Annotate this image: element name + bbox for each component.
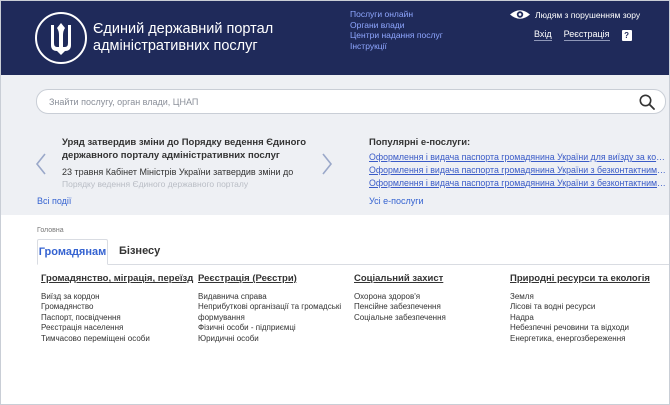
popular-services-title: Популярні е-послуги: (369, 137, 471, 148)
auth-links: Вхід Реєстрація ? (534, 29, 632, 41)
category-title[interactable]: Реєстрація (Реєстри) (198, 273, 348, 284)
news-band: Уряд затвердив зміни до Порядку ведення … (1, 125, 669, 215)
tab-business[interactable]: Бізнесу (119, 239, 160, 265)
news-headline[interactable]: Уряд затвердив зміни до Порядку ведення … (62, 137, 310, 162)
popular-services-list: Оформлення і видача паспорта громадянина… (369, 151, 667, 190)
category-column: Реєстрація (Реєстри) Видавнича справа Не… (198, 273, 348, 344)
news-lead: 23 травня Кабінет Міністрів України затв… (62, 167, 294, 177)
portal-title: Єдиний державний портал адміністративних… (93, 21, 274, 54)
category-title[interactable]: Природні ресурси та екологія (510, 273, 666, 284)
popular-service-link[interactable]: Оформлення і видача паспорта громадянина… (369, 177, 667, 190)
popular-service-link[interactable]: Оформлення і видача паспорта громадянина… (369, 164, 667, 177)
category-item[interactable]: Виїзд за кордон (41, 292, 191, 302)
category-items: Виїзд за кордон Громадянство Паспорт, по… (41, 292, 191, 344)
all-services-link[interactable]: Усі е-послуги (369, 196, 424, 206)
link-instructions[interactable]: Інструкції (350, 41, 443, 52)
search-input[interactable] (49, 94, 629, 110)
category-item[interactable]: Громадянство (41, 302, 191, 312)
category-item[interactable]: Охорона здоров'я (354, 292, 504, 302)
chevron-left-icon[interactable] (34, 152, 48, 176)
category-item[interactable]: Тимчасово переміщені особи (41, 334, 191, 344)
category-item[interactable]: Фізичні особи - підприємці (198, 323, 348, 333)
category-item[interactable]: Соціальне забезпечення (354, 313, 504, 323)
category-items: Земля Лісові та водні ресурси Надра Небе… (510, 292, 666, 344)
vision-impaired-toggle[interactable]: Людям з порушенням зору (509, 9, 640, 20)
audience-tabs: Громадянам Бізнесу (37, 239, 669, 265)
search-box (36, 89, 666, 114)
category-title[interactable]: Соціальний захист (354, 273, 504, 284)
category-item[interactable]: Земля (510, 292, 666, 302)
popular-service-link[interactable]: Оформлення і видача паспорта громадянина… (369, 151, 667, 164)
link-service-centers[interactable]: Центри надання послуг (350, 30, 443, 41)
category-item[interactable]: Лісові та водні ресурси (510, 302, 666, 312)
category-item[interactable]: Пенсійне забезпечення (354, 302, 504, 312)
help-icon[interactable]: ? (621, 29, 632, 41)
page: Єдиний державний портал адміністративних… (0, 0, 670, 405)
category-item[interactable]: Видавнича справа (198, 292, 348, 302)
login-link[interactable]: Вхід (534, 29, 552, 41)
breadcrumb[interactable]: Головна (37, 227, 64, 234)
trident-emblem-icon[interactable] (34, 11, 88, 65)
category-item[interactable]: Реєстрація населення (41, 323, 191, 333)
category-item[interactable]: Неприбуткові організації та громадські ф… (198, 302, 348, 323)
eye-icon (510, 10, 530, 19)
register-link[interactable]: Реєстрація (563, 29, 610, 41)
vision-label: Людям з порушенням зору (535, 9, 641, 20)
category-items: Охорона здоров'я Пенсійне забезпечення С… (354, 292, 504, 323)
category-column: Природні ресурси та екологія Земля Лісов… (510, 273, 666, 344)
search-band (1, 75, 669, 125)
all-events-link[interactable]: Всі події (37, 196, 71, 206)
category-item[interactable]: Небезпечні речовини та відходи (510, 323, 666, 333)
search-icon[interactable] (639, 94, 655, 110)
site-header: Єдиний державний портал адміністративних… (1, 1, 669, 75)
category-item[interactable]: Надра (510, 313, 666, 323)
tab-citizens[interactable]: Громадянам (37, 239, 108, 265)
category-column: Громадянство, міграція, переїзд Виїзд за… (41, 273, 193, 344)
category-items: Видавнича справа Неприбуткові організаці… (198, 292, 348, 344)
category-title[interactable]: Громадянство, міграція, переїзд (41, 273, 193, 284)
link-authorities[interactable]: Органи влади (350, 20, 443, 31)
category-item[interactable]: Юридичні особи (198, 334, 348, 344)
link-services-online[interactable]: Послуги онлайн (350, 9, 443, 20)
news-lead-faded: Порядку ведення Єдиного державного порта… (62, 179, 249, 189)
category-item[interactable]: Паспорт, посвідчення (41, 313, 191, 323)
category-column: Соціальний захист Охорона здоров'я Пенсі… (354, 273, 504, 323)
category-item[interactable]: Енергетика, енергозбереження (510, 334, 666, 344)
top-links: Послуги онлайн Органи влади Центри надан… (350, 9, 443, 51)
chevron-right-icon[interactable] (320, 152, 334, 176)
